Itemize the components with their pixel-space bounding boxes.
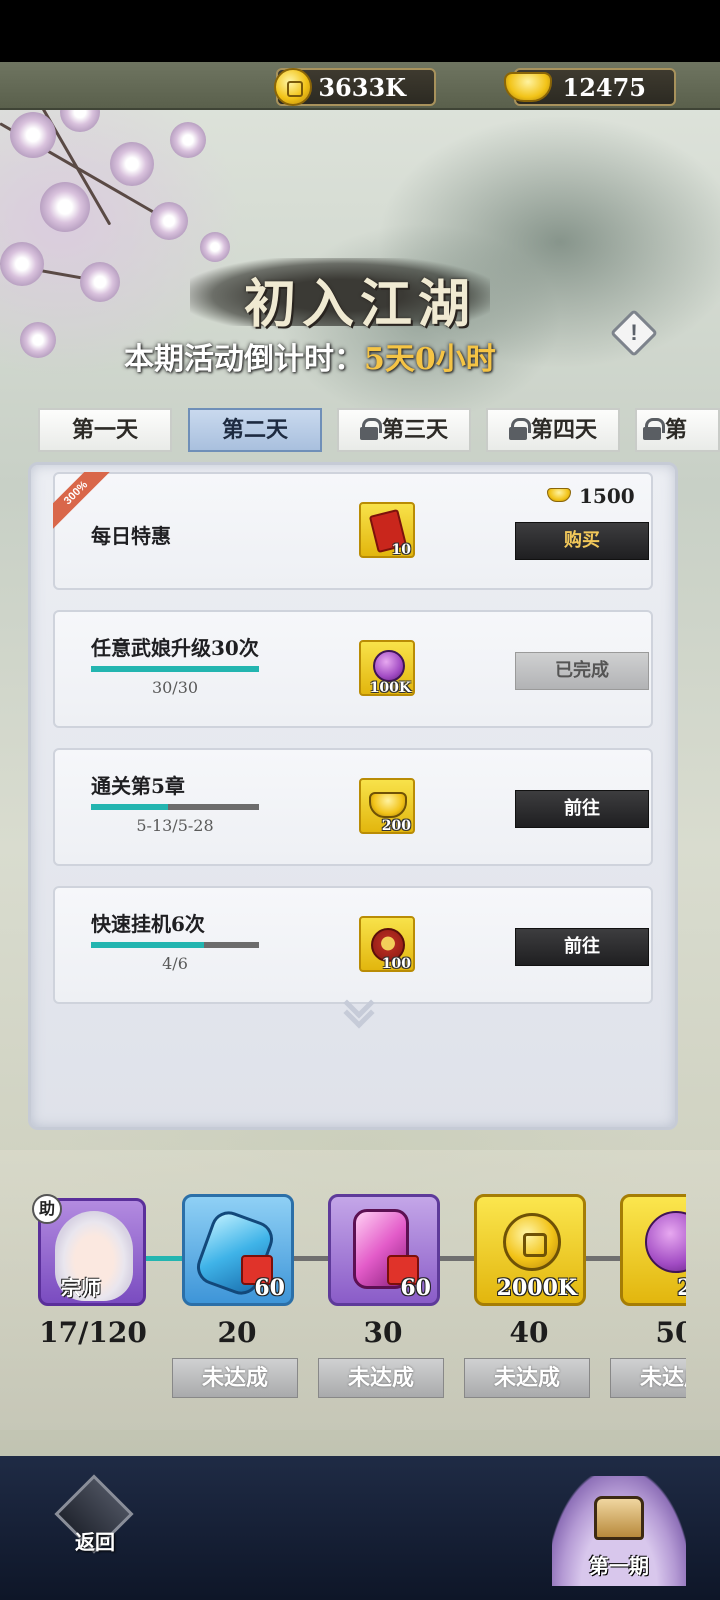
period-button[interactable]: 第一期 bbox=[552, 1466, 686, 1600]
tab-label: 第三天 bbox=[381, 417, 448, 443]
lock-icon bbox=[643, 418, 665, 440]
task-row: 300% 每日特惠 10 1500 购买 bbox=[53, 472, 653, 590]
milestone-track-filled bbox=[146, 1256, 184, 1261]
milestone-clip: 200 50 未达成 bbox=[610, 1180, 686, 1410]
reward-item[interactable]: 100K bbox=[359, 640, 415, 696]
coin-counter: 3633K bbox=[274, 68, 436, 106]
avatar-badge: 助 bbox=[32, 1194, 62, 1224]
price-value: 1500 bbox=[579, 484, 635, 508]
progress-text: 4/6 bbox=[162, 954, 188, 973]
reward-qty: 100 bbox=[381, 956, 411, 972]
lock-icon bbox=[359, 418, 382, 440]
tab-label: 第一天 bbox=[71, 417, 138, 443]
ingot-counter: 12475 bbox=[504, 68, 676, 106]
coin-value: 3633K bbox=[318, 73, 406, 102]
milestone-status[interactable]: 未达成 bbox=[318, 1358, 444, 1398]
ingot-value: 12475 bbox=[562, 73, 647, 102]
milestone-reward[interactable]: 60 bbox=[182, 1194, 294, 1306]
go-button[interactable]: 前往 bbox=[515, 790, 649, 828]
gold-ingot-icon bbox=[369, 792, 407, 818]
period-label: 第一期 bbox=[589, 1554, 649, 1578]
reward-item[interactable]: 100 bbox=[359, 916, 415, 972]
lock-icon bbox=[508, 418, 531, 440]
progress-text: 5-13/5-28 bbox=[136, 816, 214, 835]
gold-ingot-icon bbox=[547, 488, 571, 502]
milestone-level: 20 bbox=[217, 1316, 257, 1349]
event-countdown: 本期活动倒计时：5天0小时 bbox=[124, 334, 496, 378]
price-tag: 1500 bbox=[547, 484, 635, 508]
reward-item[interactable]: 200 bbox=[359, 778, 415, 834]
task-row: 通关第5章 5-13/5-28 200 前往 bbox=[53, 748, 653, 866]
tab-label: 第四天 bbox=[530, 417, 597, 443]
reward-item[interactable]: 10 bbox=[359, 502, 415, 558]
task-row: 快速挂机6次 4/6 100 前往 bbox=[53, 886, 653, 1004]
go-button[interactable]: 前往 bbox=[515, 928, 649, 966]
reward-qty: 100K bbox=[369, 680, 411, 696]
treasure-chest-icon bbox=[594, 1496, 644, 1540]
milestone-status[interactable]: 未达成 bbox=[610, 1358, 686, 1398]
progress-fill bbox=[91, 666, 259, 672]
scroll-more-chevron-icon[interactable] bbox=[340, 987, 380, 1032]
milestone-status[interactable]: 未达成 bbox=[464, 1358, 590, 1398]
milestone-track bbox=[290, 1256, 330, 1261]
reward-qty: 200 bbox=[381, 818, 411, 834]
task-name: 每日特惠 bbox=[91, 524, 171, 548]
task-name: 快速挂机6次 bbox=[91, 912, 205, 936]
milestone-reward[interactable]: 2000K bbox=[474, 1194, 586, 1306]
rank-tag: 宗师 bbox=[61, 1276, 101, 1300]
task-name: 任意武娘升级30次 bbox=[91, 636, 259, 660]
countdown-value: 5天0小时 bbox=[364, 342, 496, 377]
gold-ingot-icon bbox=[504, 72, 552, 102]
reward-qty: 10 bbox=[391, 542, 411, 558]
milestone-level: 40 bbox=[509, 1316, 549, 1349]
milestone-level: 30 bbox=[363, 1316, 403, 1349]
progress-bar bbox=[91, 804, 259, 810]
back-label: 返回 bbox=[75, 1530, 115, 1554]
progress-fill bbox=[91, 804, 169, 810]
reward-qty: 60 bbox=[254, 1275, 285, 1301]
back-button[interactable]: 返回 bbox=[52, 1474, 138, 1564]
progress-fill bbox=[91, 942, 204, 948]
tab-label: 第二天 bbox=[221, 417, 288, 443]
tab-day-3[interactable]: 第三天 bbox=[337, 408, 471, 452]
milestone-progress: 17/120 bbox=[39, 1316, 147, 1349]
task-name: 通关第5章 bbox=[91, 774, 185, 798]
coin-icon bbox=[274, 68, 312, 106]
progress-bar bbox=[91, 942, 259, 948]
purple-orb-icon bbox=[373, 650, 405, 682]
task-row: 任意武娘升级30次 30/30 100K 已完成 bbox=[53, 610, 653, 728]
reward-qty: 2000K bbox=[496, 1275, 577, 1301]
purple-orb-icon bbox=[645, 1211, 686, 1273]
milestone-reward[interactable]: 200 bbox=[620, 1194, 686, 1306]
milestone-status[interactable]: 未达成 bbox=[172, 1358, 298, 1398]
milestone-level: 50 bbox=[655, 1316, 686, 1349]
reward-qty: 200 bbox=[677, 1275, 686, 1301]
countdown-label: 本期活动倒计时： bbox=[124, 342, 364, 377]
tab-day-1[interactable]: 第一天 bbox=[38, 408, 172, 452]
progress-bar bbox=[91, 666, 259, 672]
buy-button[interactable]: 购买 bbox=[515, 522, 649, 560]
tab-day-5[interactable]: 第 bbox=[635, 408, 720, 452]
reward-qty: 60 bbox=[400, 1275, 431, 1301]
progress-text: 30/30 bbox=[151, 678, 199, 697]
tab-label: 第 bbox=[665, 417, 688, 443]
milestone-track bbox=[436, 1256, 476, 1261]
milestone-reward[interactable]: 60 bbox=[328, 1194, 440, 1306]
tab-day-2[interactable]: 第二天 bbox=[188, 408, 322, 452]
completed-button[interactable]: 已完成 bbox=[515, 652, 649, 690]
tab-day-4[interactable]: 第四天 bbox=[486, 408, 620, 452]
event-title: 初入江湖 bbox=[243, 274, 476, 335]
gold-coin-icon bbox=[503, 1213, 561, 1271]
exclamation-icon: ! bbox=[630, 320, 638, 345]
